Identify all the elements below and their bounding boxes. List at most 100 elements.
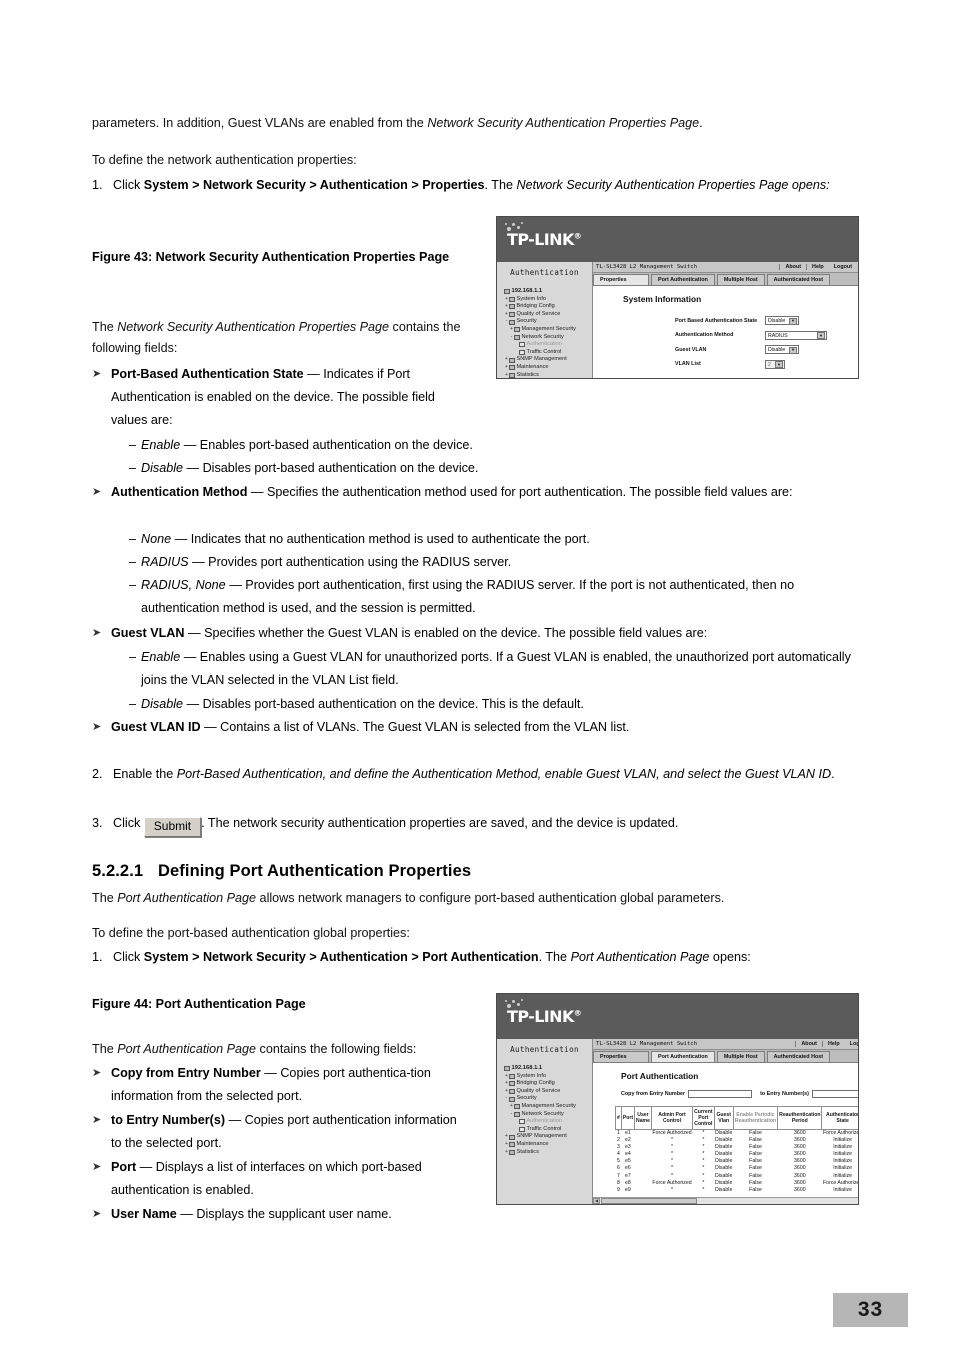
fig43-tab-port-authentication[interactable]: Port Authentication — [651, 274, 715, 285]
section-to-define-line: To define the port-based authentication … — [92, 926, 410, 940]
col-admin-port-control: Admin Port Control — [650, 1106, 694, 1130]
copy-from-entry-number-input[interactable] — [688, 1090, 753, 1098]
tree-item-network-security[interactable]: - Network Security — [499, 334, 592, 342]
horizontal-scrollbar[interactable]: ◀ ▶ — [593, 1197, 858, 1204]
fig43-nav-tree[interactable]: 192.168.1.1 + System Info + Bridging Config +… — [497, 284, 592, 378]
guest-vlan-select[interactable]: Disable ▼ — [765, 345, 799, 354]
fig44-help-link[interactable]: Help — [821, 1041, 845, 1047]
bullet-copy-from-entry-number: ➤ Copy from Entry Number — Copies port a… — [92, 1062, 470, 1108]
tree-item-maintenance[interactable]: + Maintenance — [499, 364, 592, 372]
table-cell — [635, 1151, 652, 1158]
figure-44-caption: Figure 44: Port Authentication Page — [92, 997, 306, 1011]
tree-item-system-info[interactable]: + System Info — [499, 296, 592, 304]
tree-item-statistics[interactable]: + Statistics — [499, 1149, 592, 1157]
table-row[interactable]: 8 e8 Force Authorized * Disable False 3600 Forc… — [616, 1180, 858, 1187]
tree-item-bridging-config[interactable]: + Bridging Config — [499, 303, 592, 311]
table-cell: e5 — [625, 1158, 631, 1165]
table-row[interactable]: 6 e6 * * Disable False 3600 Initialize — [616, 1165, 859, 1172]
chevron-down-icon[interactable]: ▼ — [789, 317, 797, 325]
fig43-help-link[interactable]: Help — [806, 264, 829, 270]
fig44-nav-tree[interactable]: 192.168.1.1 + System Info + Bridging Config +… — [497, 1061, 592, 1204]
tree-item-management-security[interactable]: + Management Security — [499, 1103, 592, 1111]
fig44-titlebar: TL-SL3428 L2 Management Switch About Hel… — [593, 1039, 858, 1050]
tree-item-security[interactable]: - Security — [499, 1095, 592, 1103]
figure-44-fields-intro: The Port Authentication Page contains th… — [92, 1041, 470, 1057]
tree-item-management-security[interactable]: + Management Security — [499, 326, 592, 334]
chevron-down-icon[interactable]: ▼ — [789, 346, 797, 354]
fig44-logout-link[interactable]: Logout — [845, 1041, 858, 1047]
section-title: Defining Port Authentication Properties — [158, 862, 472, 880]
table-row[interactable]: 4 e4 * * Disable False 3600 Initialize — [616, 1151, 859, 1158]
tree-item-quality-of-service[interactable]: + Quality of Service — [499, 311, 592, 319]
fig43-about-link[interactable]: About — [779, 264, 806, 270]
tree-item-snmp-management[interactable]: + SNMP Management — [499, 356, 592, 364]
bullet-desc: — Displays a list of interfaces on which… — [111, 1160, 422, 1197]
fig44-tab-properties[interactable]: Properties — [593, 1051, 649, 1062]
table-row[interactable]: 9 e9 * * Disable False 3600 Initialize — [616, 1186, 859, 1194]
tree-item-authentication[interactable]: Authentication — [499, 341, 592, 349]
fig44-tabs[interactable]: Properties Port Authentication Multiple … — [593, 1050, 858, 1063]
bullet-user-name: ➤ User Name — Displays the supplicant us… — [92, 1203, 470, 1226]
bullet-desc: — Displays the supplicant user name. — [176, 1207, 392, 1221]
tree-item-snmp-management[interactable]: + SNMP Management — [499, 1133, 592, 1141]
bullet-term: Guest VLAN ID — [111, 720, 201, 734]
section-step-1-menu-path[interactable]: System > Network Security > Authenticati… — [144, 950, 539, 964]
to-entry-numbers-input[interactable] — [811, 1090, 858, 1098]
fig44-tab-port-authentication[interactable]: Port Authentication — [651, 1051, 715, 1062]
table-row[interactable]: 5 e5 * * Disable False 3600 Initialize — [616, 1158, 859, 1165]
tree-item-maintenance[interactable]: + Maintenance — [499, 1141, 592, 1149]
tree-item-authentication[interactable]: Authentication — [499, 1118, 592, 1126]
table-cell: * — [702, 1172, 705, 1179]
tree-item-network-security[interactable]: - Network Security — [499, 1111, 592, 1119]
chevron-down-icon[interactable]: ▼ — [775, 361, 783, 368]
table-cell: * — [702, 1186, 705, 1193]
table-cell: * — [702, 1151, 705, 1158]
port-based-auth-state-select[interactable]: Disable ▼ — [765, 316, 799, 325]
vlan-list-select[interactable]: 2 ▼ — [765, 359, 785, 369]
fig43-logout-link[interactable]: Logout — [829, 264, 858, 270]
fig43-tab-multiple-host[interactable]: Multiple Host — [716, 274, 765, 285]
table-cell: * — [702, 1144, 705, 1151]
fig44-about-link[interactable]: About — [795, 1041, 822, 1047]
hscroll-thumb[interactable] — [601, 1198, 697, 1204]
tree-item-statistics[interactable]: + Statistics — [499, 372, 592, 378]
step-1-menu-path[interactable]: System > Network Security > Authenticati… — [144, 178, 485, 192]
tree-item-quality-of-service[interactable]: + Quality of Service — [499, 1088, 592, 1096]
fig43-tab-properties[interactable]: Properties — [593, 274, 649, 285]
authentication-method-select[interactable]: RADIUS ▼ — [765, 330, 827, 340]
fig43-tab-authenticated-host[interactable]: Authenticated Host — [766, 274, 831, 285]
tree-item-system-info[interactable]: + System Info — [499, 1073, 592, 1081]
table-row[interactable]: 1 e1 Force Authorized * Disable False 3600 Forc… — [616, 1130, 858, 1138]
subitem-desc: — Provides port authentication using the… — [188, 555, 512, 569]
table-cell: Disable — [715, 1165, 733, 1172]
subitem-enable-1: – Enable — Enables port-based authentica… — [129, 434, 869, 457]
bullet-arrow-icon: ➤ — [92, 486, 102, 498]
figure-43-caption: Figure 43: Network Security Authenticati… — [92, 250, 450, 264]
tree-item-192-168-1-1[interactable]: 192.168.1.1 — [499, 1065, 592, 1073]
fig43-tabs[interactable]: Properties Port Authentication Multiple … — [593, 273, 858, 286]
figure-43-screenshot[interactable]: TP-LINK® Authentication 192.168.1.1 + Syst… — [496, 216, 859, 379]
fig43-sidebar-title: Authentication — [497, 262, 592, 284]
tree-item-security[interactable]: - Security — [499, 318, 592, 326]
folder-icon — [509, 1089, 515, 1095]
figure-44-screenshot[interactable]: TP-LINK® Authentication 192.168.1.1 + Syst… — [496, 993, 859, 1205]
fig44-device-title: TL-SL3428 L2 Management Switch — [596, 1041, 698, 1047]
bullet-arrow-icon: ➤ — [92, 627, 102, 639]
fig43-submit-button[interactable]: Submit — [750, 379, 784, 380]
tree-item-traffic-control[interactable]: Traffic Control — [499, 349, 592, 357]
section-lead-1: The — [92, 891, 118, 905]
tree-item-traffic-control[interactable]: Traffic Control — [499, 1126, 592, 1134]
scroll-left-icon[interactable]: ◀ — [593, 1198, 600, 1204]
table-row[interactable]: 3 e3 * * Disable False 3600 Initialize — [616, 1144, 859, 1151]
chevron-down-icon[interactable]: ▼ — [817, 332, 825, 339]
subitem-term: RADIUS, None — [141, 578, 226, 592]
table-row[interactable]: 7 e7 * * Disable False 3600 Initialize — [616, 1172, 859, 1180]
tree-item-bridging-config[interactable]: + Bridging Config — [499, 1080, 592, 1088]
table-cell: e6 — [625, 1165, 631, 1172]
fig44-tab-authenticated-host[interactable]: Authenticated Host — [766, 1051, 831, 1062]
table-row[interactable]: 2 e2 * * Disable False 3600 Initialize — [616, 1137, 859, 1144]
fig44-tab-multiple-host[interactable]: Multiple Host — [716, 1051, 765, 1062]
fig44-sidebar-title: Authentication — [497, 1039, 592, 1061]
tree-item-192-168-1-1[interactable]: 192.168.1.1 — [499, 288, 592, 296]
submit-button[interactable]: Submit — [143, 817, 202, 837]
